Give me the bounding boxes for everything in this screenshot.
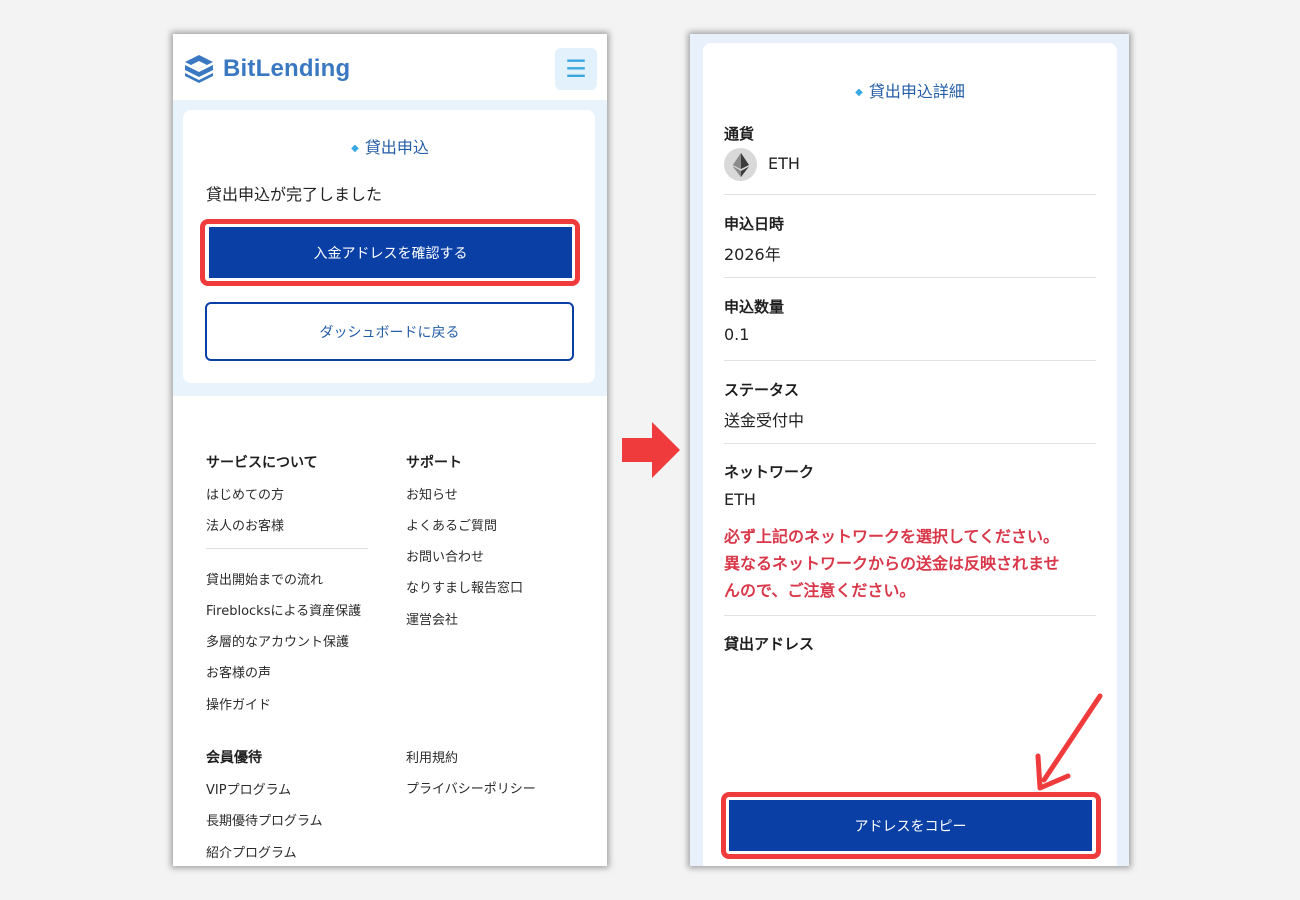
status-value: 送金受付中 bbox=[724, 411, 805, 430]
divider bbox=[724, 615, 1096, 616]
copy-address-button[interactable]: アドレスをコピー bbox=[729, 800, 1092, 851]
footer-link[interactable]: 多層的なアカウント保護 bbox=[206, 631, 349, 650]
date-value: 2026年 bbox=[724, 245, 781, 264]
footer-link[interactable]: 操作ガイド bbox=[206, 694, 271, 713]
footer-link[interactable]: お問い合わせ bbox=[406, 546, 484, 565]
amount-value: 0.1 bbox=[724, 325, 750, 344]
amount-label: 申込数量 bbox=[724, 298, 785, 316]
currency-label: 通貨 bbox=[724, 125, 755, 143]
network-label: ネットワーク bbox=[724, 463, 815, 481]
diamond-icon: ◆ bbox=[855, 87, 863, 98]
footer-link[interactable]: 貸出開始までの流れ bbox=[206, 569, 323, 588]
detail-title: ◆ 貸出申込詳細 bbox=[855, 82, 965, 101]
footer-link[interactable]: 運営会社 bbox=[406, 609, 458, 628]
footer-heading-support: サポート bbox=[406, 455, 462, 471]
divider bbox=[724, 443, 1096, 444]
right-arrow-icon bbox=[622, 422, 680, 478]
pointer-arrow-icon bbox=[1035, 693, 1103, 791]
footer-link[interactable]: Fireblocksによる資産保護 bbox=[206, 600, 361, 619]
ethereum-icon bbox=[724, 148, 757, 181]
divider bbox=[724, 194, 1096, 195]
date-label: 申込日時 bbox=[724, 215, 785, 233]
footer-link[interactable]: なりすまし報告窓口 bbox=[406, 577, 523, 596]
footer-link[interactable]: お客様の声 bbox=[206, 662, 271, 681]
divider bbox=[724, 360, 1096, 361]
footer-divider bbox=[206, 548, 368, 549]
currency-value: ETH bbox=[768, 154, 800, 173]
footer-link[interactable]: 法人のお客様 bbox=[206, 515, 284, 534]
footer-link[interactable]: お知らせ bbox=[406, 484, 458, 503]
footer: サービスについて はじめての方 法人のお客様 貸出開始までの流れ Fireblo… bbox=[173, 34, 607, 866]
status-label: ステータス bbox=[724, 381, 800, 399]
footer-link[interactable]: はじめての方 bbox=[206, 484, 284, 503]
footer-heading-service: サービスについて bbox=[206, 455, 318, 471]
footer-link[interactable]: 紹介プログラム bbox=[206, 842, 297, 861]
footer-link[interactable]: 利用規約 bbox=[406, 747, 458, 766]
footer-link[interactable]: 長期優待プログラム bbox=[206, 810, 323, 829]
footer-link[interactable]: プライバシーポリシー bbox=[406, 778, 536, 797]
network-warning: 必ず上記のネットワークを選択してください。 異なるネットワークからの送金は反映さ… bbox=[724, 527, 1060, 600]
divider bbox=[724, 277, 1096, 278]
address-label: 貸出アドレス bbox=[724, 635, 815, 653]
network-value: ETH bbox=[724, 490, 756, 509]
footer-link[interactable]: よくあるご質問 bbox=[406, 515, 497, 534]
footer-heading-member: 会員優待 bbox=[206, 750, 262, 766]
left-phone-screen: BitLending ☰ ◆ 貸出申込 貸出申込が完了しました 入金アドレスを確認… bbox=[173, 34, 607, 866]
footer-link[interactable]: VIPプログラム bbox=[206, 779, 291, 798]
